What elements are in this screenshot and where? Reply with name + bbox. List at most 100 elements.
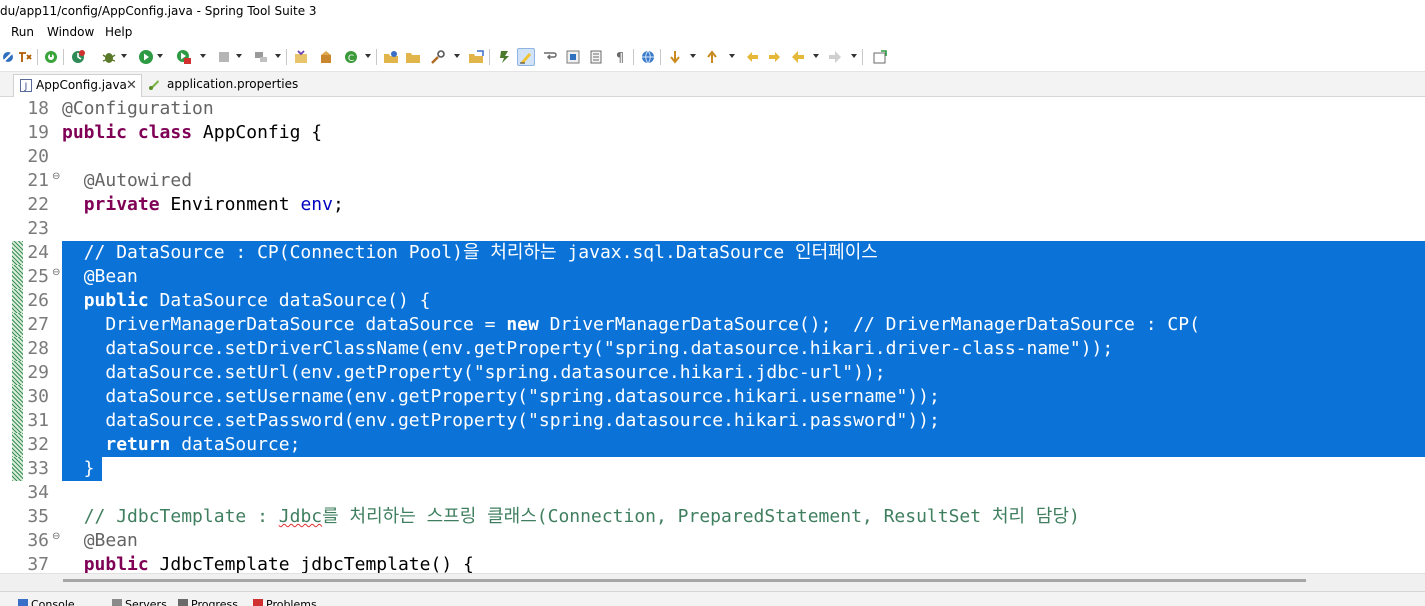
tools-dropdown-icon[interactable] — [275, 54, 281, 58]
code-text: // JdbcTemplate : Jdbc를 처리하는 스프링 클래스(Con… — [83, 506, 1080, 527]
run-dropdown-icon[interactable] — [157, 54, 163, 58]
next-annotation-icon[interactable] — [667, 49, 683, 65]
line-number: 30 — [27, 386, 49, 407]
line-number: 22 — [27, 194, 49, 215]
code-text: dataSource.setUsername(env.getProperty("… — [62, 386, 940, 407]
toggle-mark-occurrences-icon[interactable] — [497, 49, 513, 65]
line-number: 28 — [27, 338, 49, 359]
search-dropdown-icon[interactable] — [454, 54, 460, 58]
code-text: public DataSource dataSource() { — [83, 290, 431, 311]
line-number: 31 — [27, 410, 49, 431]
forward-icon[interactable] — [827, 49, 843, 65]
toolbar-separator — [489, 49, 490, 65]
next-annotation-dropdown-icon[interactable] — [690, 54, 696, 58]
scrollbar-thumb[interactable] — [63, 579, 1306, 582]
code-text: DriverManagerDataSource dataSource = new… — [62, 314, 1200, 335]
tab-label: AppConfig.java — [36, 78, 127, 92]
code-line: 22 private Environment env; — [0, 193, 1425, 217]
server-stop-icon[interactable] — [216, 49, 232, 65]
back-icon[interactable] — [790, 49, 806, 65]
new-java-project-icon[interactable] — [293, 49, 309, 65]
close-icon[interactable]: ✕ — [126, 75, 137, 96]
code-line: 21 ⊖ @Autowired — [0, 169, 1425, 193]
toggle-ant-icon[interactable] — [17, 49, 33, 65]
fold-toggle-icon[interactable]: ⊖ — [52, 170, 60, 184]
toolbar-separator — [862, 49, 863, 65]
pin-editor-icon[interactable] — [872, 49, 888, 65]
code-text: private Environment env; — [83, 194, 344, 215]
menu-bar: Run Window Help — [0, 22, 1425, 43]
svg-text:C: C — [348, 54, 354, 64]
open-type-icon[interactable] — [383, 49, 399, 65]
external-tools-icon[interactable] — [253, 49, 269, 65]
line-number: 34 — [27, 482, 49, 503]
new-class-dropdown-icon[interactable] — [365, 54, 371, 58]
stop-icon[interactable] — [43, 49, 59, 65]
code-line: 24 // DataSource : CP(Connection Pool)을 … — [0, 241, 1425, 265]
menu-help[interactable]: Help — [105, 22, 132, 43]
back-dropdown-icon[interactable] — [813, 54, 819, 58]
selection-highlight — [62, 265, 1425, 289]
debug-icon[interactable] — [70, 49, 86, 65]
previous-annotation-dropdown-icon[interactable] — [729, 54, 735, 58]
word-wrap-icon[interactable] — [542, 49, 558, 65]
menu-run[interactable]: Run — [11, 22, 34, 43]
code-line: 28 dataSource.setDriverClassName(env.get… — [0, 337, 1425, 361]
code-line: 25 ⊖ @Bean — [0, 265, 1425, 289]
globe-icon[interactable] — [640, 49, 656, 65]
toolbar-separator — [286, 49, 287, 65]
line-number: 29 — [27, 362, 49, 383]
code-line: 34 — [0, 481, 1425, 505]
code-line: 20 — [0, 145, 1425, 169]
paragraph-icon[interactable]: ¶ — [612, 49, 628, 65]
forward-dropdown-icon[interactable] — [851, 54, 857, 58]
new-package-icon[interactable] — [318, 49, 334, 65]
bug-icon[interactable] — [101, 49, 117, 65]
code-line: 26 public DataSource dataSource() { — [0, 289, 1425, 313]
coverage-dropdown-icon[interactable] — [200, 54, 206, 58]
fold-toggle-icon[interactable]: ⊖ — [52, 530, 60, 544]
debug-dropdown-icon[interactable] — [121, 54, 127, 58]
code-line: 23 — [0, 217, 1425, 241]
line-number: 27 — [27, 314, 49, 335]
code-text: return dataSource; — [105, 434, 301, 455]
java-file-icon: J — [20, 79, 32, 92]
tab-appconfig-java[interactable]: J AppConfig.java ✕ — [13, 74, 142, 98]
properties-file-icon — [149, 80, 159, 90]
highlight-icon[interactable] — [517, 48, 535, 66]
code-text: // DataSource : CP(Connection Pool)을 처리하… — [83, 242, 878, 263]
line-number: 32 — [27, 434, 49, 455]
code-text: dataSource.setUrl(env.getProperty("sprin… — [62, 362, 886, 383]
last-edit-icon[interactable] — [744, 49, 760, 65]
horizontal-scrollbar[interactable] — [0, 573, 1425, 591]
code-editor[interactable]: 18 @Configuration 19 public class AppConfig… — [0, 97, 1425, 573]
coverage-icon[interactable] — [176, 49, 192, 65]
code-line: 31 dataSource.setPassword(env.getPropert… — [0, 409, 1425, 433]
previous-annotation-icon[interactable] — [704, 49, 720, 65]
back-nav-icon[interactable] — [767, 49, 783, 65]
new-class-icon[interactable]: C — [343, 49, 359, 65]
window-title: du/app11/config/AppConfig.java - Spring … — [0, 4, 317, 18]
line-number: 23 — [27, 218, 49, 239]
fold-toggle-icon[interactable]: ⊖ — [52, 266, 60, 280]
run-icon[interactable] — [138, 49, 154, 65]
tab-application-properties[interactable]: application.properties — [146, 74, 298, 96]
menu-window[interactable]: Window — [47, 22, 94, 43]
line-number: 25 — [27, 266, 49, 287]
show-whitespace-icon[interactable] — [588, 49, 604, 65]
code-text: dataSource.setPassword(env.getProperty("… — [62, 410, 940, 431]
code-line: 36 ⊖ @Bean — [0, 529, 1425, 553]
open-task-icon[interactable] — [468, 49, 484, 65]
block-selection-icon[interactable] — [565, 49, 581, 65]
line-number: 37 — [27, 554, 49, 573]
toolbar-separator — [63, 49, 64, 65]
search-icon[interactable] — [430, 49, 446, 65]
open-folder-icon[interactable] — [405, 49, 421, 65]
skip-breakpoints-icon[interactable] — [0, 49, 16, 65]
line-number: 33 — [27, 458, 49, 479]
line-number: 19 — [27, 122, 49, 143]
server-dropdown-icon[interactable] — [236, 54, 242, 58]
code-line: 29 dataSource.setUrl(env.getProperty("sp… — [0, 361, 1425, 385]
toolbar-separator — [633, 49, 634, 65]
line-number: 24 — [27, 242, 49, 263]
